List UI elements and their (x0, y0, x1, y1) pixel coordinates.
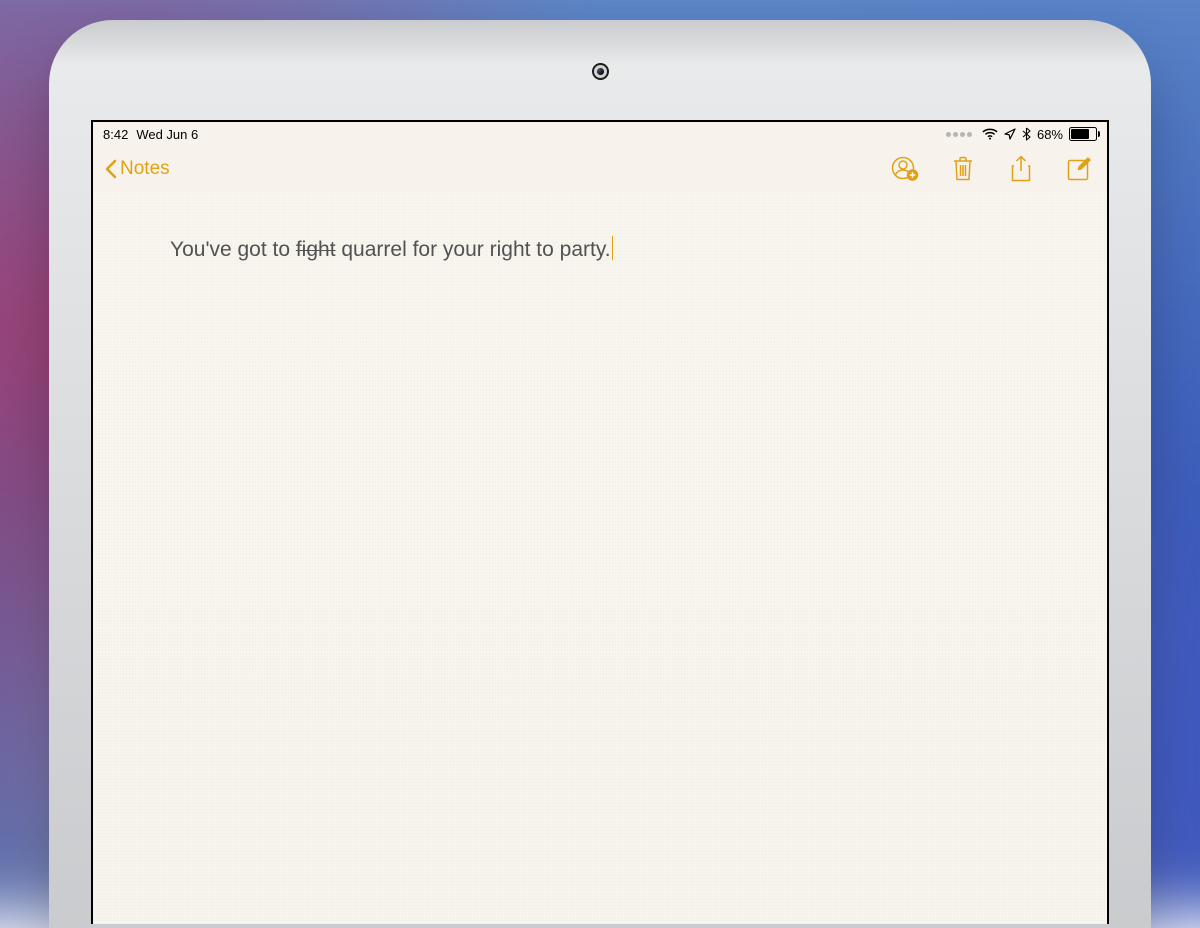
add-person-button[interactable] (891, 155, 919, 183)
trash-icon (952, 156, 974, 182)
status-date: Wed Jun 6 (136, 127, 198, 142)
share-icon (1010, 155, 1032, 183)
back-label: Notes (120, 158, 170, 180)
note-body-text[interactable]: You've got to fight quarrel for your rig… (170, 236, 1077, 264)
status-bar: 8:42 Wed Jun 6 (93, 122, 1107, 146)
back-button[interactable]: Notes (103, 158, 170, 180)
camera-lens-icon (594, 65, 607, 78)
note-text-struck: fight (296, 238, 336, 261)
location-icon (1004, 128, 1016, 140)
chevron-left-icon (103, 158, 118, 180)
wifi-icon (982, 128, 998, 140)
add-person-icon (891, 156, 919, 182)
bluetooth-icon (1022, 127, 1031, 141)
recent-apps-dots-icon (946, 132, 972, 137)
ipad-device-frame: 8:42 Wed Jun 6 (52, 23, 1148, 925)
app-toolbar: Notes (93, 146, 1107, 192)
compose-icon (1066, 156, 1092, 182)
note-paper[interactable]: You've got to fight quarrel for your rig… (93, 192, 1107, 924)
battery-icon (1069, 127, 1097, 141)
delete-button[interactable] (949, 155, 977, 183)
battery-percent: 68% (1037, 127, 1063, 142)
text-cursor (612, 236, 614, 260)
note-text-before: You've got to (170, 238, 296, 261)
front-camera (53, 64, 1147, 78)
compose-button[interactable] (1065, 155, 1093, 183)
ipad-screen: 8:42 Wed Jun 6 (91, 120, 1109, 924)
status-time: 8:42 (103, 127, 128, 142)
note-text-after: quarrel for your right to party. (336, 238, 611, 261)
share-button[interactable] (1007, 155, 1035, 183)
